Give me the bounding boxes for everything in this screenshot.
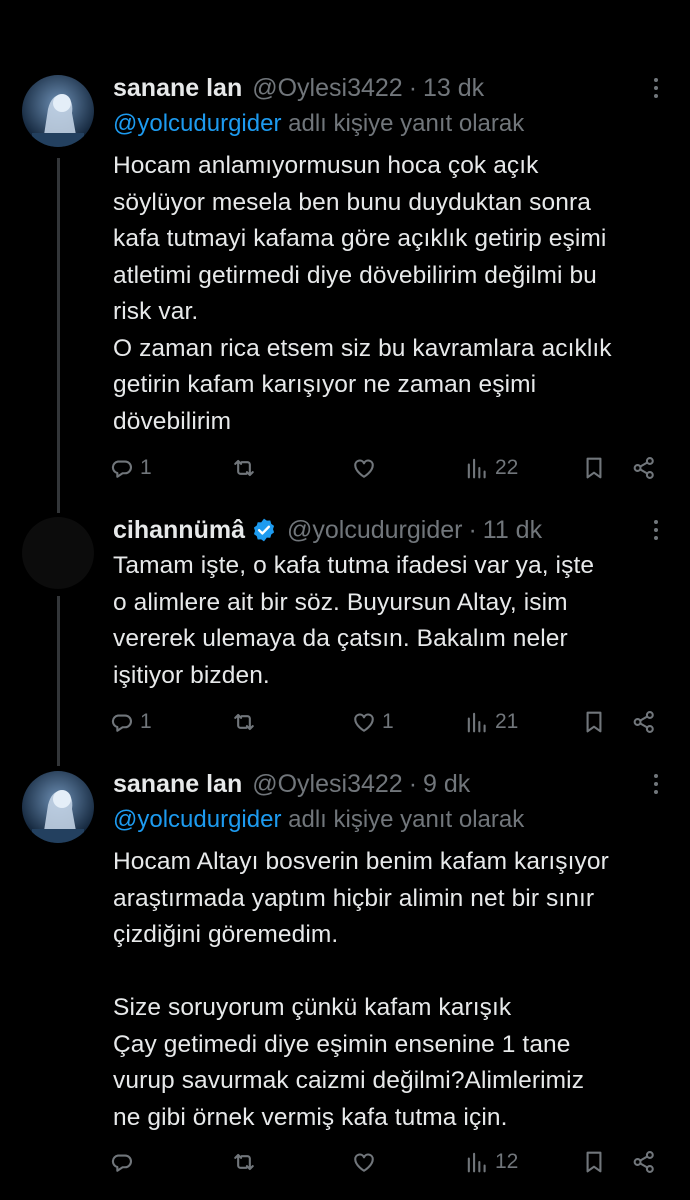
tweet[interactable]: sanane lan @Oylesi3422 · 13 dk @yolcudur… xyxy=(0,70,690,510)
bookmark-icon xyxy=(586,457,602,479)
reply-icon xyxy=(111,460,133,478)
replying-to: @yolcudurgider adlı kişiye yanıt olarak xyxy=(113,806,524,834)
retweet-icon xyxy=(234,459,254,477)
share-icon xyxy=(633,711,654,733)
views-button[interactable]: 12 xyxy=(463,1144,518,1180)
reply-button[interactable]: 1 xyxy=(108,704,152,740)
reply-suffix: adlı kişiye yanıt olarak xyxy=(288,806,525,833)
separator-dot: · xyxy=(468,515,477,544)
reply-count: 1 xyxy=(140,456,152,479)
display-name[interactable]: sanane lan xyxy=(113,770,242,799)
bookmark-button[interactable] xyxy=(580,1144,608,1180)
action-bar: 1 22 xyxy=(108,450,678,486)
share-button[interactable] xyxy=(630,1144,658,1180)
like-icon xyxy=(354,713,374,732)
share-icon xyxy=(633,457,654,479)
tweet-text: Tamam işte, o kafa tutma ifadesi var ya,… xyxy=(113,552,595,689)
replying-to: @yolcudurgider adlı kişiye yanıt olarak xyxy=(113,110,524,138)
tweet[interactable]: cihannümâ @yolcudurgider · 11 dk Tamam i… xyxy=(0,512,690,760)
avatar[interactable] xyxy=(22,75,94,147)
retweet-button[interactable] xyxy=(230,1144,258,1180)
more-icon[interactable] xyxy=(642,516,670,544)
reply-suffix: adlı kişiye yanıt olarak xyxy=(288,110,525,137)
timestamp[interactable]: 11 dk xyxy=(483,516,542,545)
tweet-header: sanane lan @Oylesi3422 · 13 dk xyxy=(113,70,670,106)
tweet-text: Hocam Altayı bosverin benim kafam karışı… xyxy=(113,848,609,1131)
avatar[interactable] xyxy=(22,771,94,843)
like-icon xyxy=(354,459,374,478)
views-button[interactable]: 22 xyxy=(463,450,518,486)
views-icon xyxy=(467,1152,486,1173)
user-handle[interactable]: @yolcudurgider xyxy=(287,516,462,545)
share-icon xyxy=(633,1151,654,1173)
more-icon[interactable] xyxy=(642,770,670,798)
more-icon[interactable] xyxy=(642,74,670,102)
reply-button[interactable]: 1 xyxy=(108,450,152,486)
share-button[interactable] xyxy=(630,704,658,740)
bookmark-icon xyxy=(586,711,602,733)
bookmark-button[interactable] xyxy=(580,450,608,486)
retweet-icon xyxy=(234,713,254,731)
like-button[interactable] xyxy=(350,1144,382,1180)
like-button[interactable]: 1 xyxy=(350,704,394,740)
share-button[interactable] xyxy=(630,450,658,486)
action-bar: 12 xyxy=(108,1144,678,1180)
user-handle[interactable]: @Oylesi3422 xyxy=(252,74,402,103)
tweet-text: Hocam anlamıyormusun hoca çok açık söylü… xyxy=(113,152,612,435)
reply-mention-link[interactable]: @yolcudurgider xyxy=(113,806,281,833)
verified-icon xyxy=(253,518,275,542)
reply-icon xyxy=(111,714,133,732)
views-button[interactable]: 21 xyxy=(463,704,518,740)
retweet-button[interactable] xyxy=(230,450,258,486)
views-count: 21 xyxy=(495,710,519,733)
timestamp[interactable]: 9 dk xyxy=(423,770,470,799)
retweet-icon xyxy=(234,1153,254,1171)
views-icon xyxy=(467,712,486,733)
reply-icon xyxy=(111,1154,133,1172)
reply-count: 1 xyxy=(140,710,152,733)
timestamp[interactable]: 13 dk xyxy=(423,74,484,103)
separator-dot: · xyxy=(408,769,418,798)
user-handle[interactable]: @Oylesi3422 xyxy=(252,770,402,799)
lion-avatar-image xyxy=(22,75,94,147)
like-count: 1 xyxy=(382,710,394,733)
tweet[interactable]: sanane lan @Oylesi3422 · 9 dk @yolcudurg… xyxy=(0,766,690,1196)
views-count: 22 xyxy=(495,456,519,479)
like-icon xyxy=(354,1153,374,1172)
avatar[interactable] xyxy=(22,517,94,589)
bookmark-button[interactable] xyxy=(580,704,608,740)
bookmark-icon xyxy=(586,1151,602,1173)
reply-button[interactable] xyxy=(108,1144,140,1180)
display-name[interactable]: sanane lan xyxy=(113,74,242,103)
display-name[interactable]: cihannümâ xyxy=(113,516,245,545)
retweet-button[interactable] xyxy=(230,704,258,740)
reply-mention-link[interactable]: @yolcudurgider xyxy=(113,110,281,137)
views-icon xyxy=(467,458,486,479)
lion-avatar-image xyxy=(22,771,94,843)
tweet-header: cihannümâ @yolcudurgider · 11 dk xyxy=(113,512,670,548)
views-count: 12 xyxy=(495,1150,519,1173)
action-bar: 1 1 21 xyxy=(108,704,678,740)
separator-dot: · xyxy=(408,73,418,102)
tweet-header: sanane lan @Oylesi3422 · 9 dk xyxy=(113,766,670,802)
like-button[interactable] xyxy=(350,450,382,486)
